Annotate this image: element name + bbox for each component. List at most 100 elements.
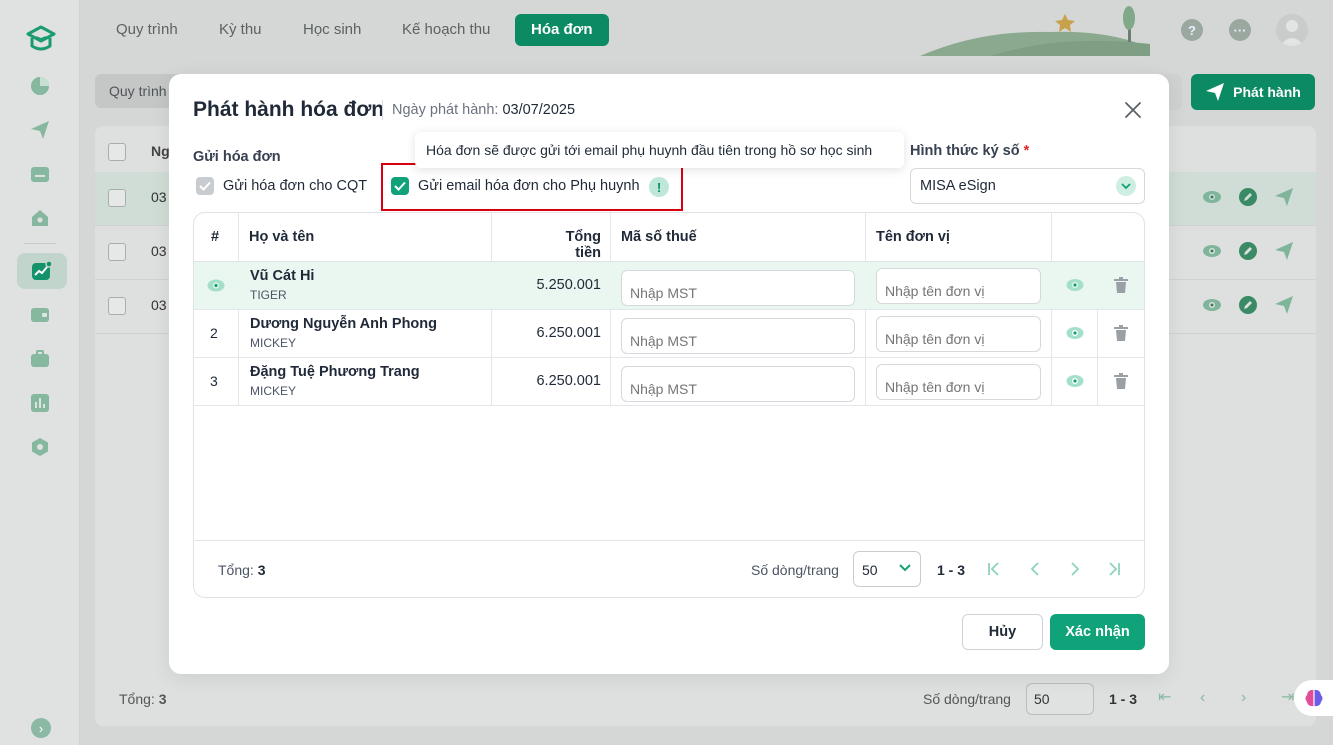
- send-cqt-label: Gửi hóa đơn cho CQT: [223, 178, 368, 194]
- sidebar-expand-button[interactable]: ›: [31, 718, 51, 738]
- sidebar-item-briefcase[interactable]: [28, 347, 52, 371]
- eye-icon[interactable]: [1202, 187, 1222, 207]
- rows-per-page-value: 50: [862, 562, 878, 578]
- email-tooltip: Hóa đơn sẽ được gửi tới email phụ huynh …: [415, 132, 904, 168]
- tax-code-input[interactable]: [621, 318, 855, 354]
- sidebar-item-dashboard[interactable]: [28, 74, 52, 98]
- total-amount: 6.250.001: [536, 373, 601, 389]
- edit-icon[interactable]: [1238, 241, 1258, 261]
- row-actions: [1202, 187, 1294, 207]
- trash-icon[interactable]: [1113, 276, 1129, 294]
- edit-icon[interactable]: [1238, 187, 1258, 207]
- eye-icon[interactable]: [207, 279, 225, 292]
- eye-icon[interactable]: [1202, 241, 1222, 261]
- trend-chart-icon: [32, 260, 53, 280]
- rows-per-page-label: Số dòng/trang: [751, 562, 839, 578]
- info-icon[interactable]: !: [649, 177, 669, 197]
- last-page-icon[interactable]: [1106, 561, 1122, 577]
- row-checkbox[interactable]: [108, 189, 126, 207]
- send-email-checkbox[interactable]: [391, 177, 409, 195]
- sidebar-item-folder[interactable]: [28, 162, 52, 186]
- sidebar-item-settings[interactable]: [28, 435, 52, 459]
- sidebar-item-invoices[interactable]: [17, 253, 67, 289]
- chevron-down-icon: [899, 564, 911, 572]
- unit-name-input[interactable]: [876, 364, 1041, 400]
- row-cell-partial: 03: [151, 189, 167, 205]
- send-cqt-checkbox[interactable]: [196, 177, 214, 195]
- eye-icon[interactable]: [1202, 295, 1222, 315]
- invoice-grid: # Họ và tên Tổng tiền Mã số thuế Tên đơn…: [193, 212, 1145, 598]
- send-email-label: Gửi email hóa đơn cho Phụ huynh: [418, 178, 640, 194]
- app-logo-icon[interactable]: [24, 22, 58, 56]
- tab-ky-thu[interactable]: Kỳ thu: [203, 14, 278, 46]
- table-row[interactable]: 2 Dương Nguyễn Anh Phong MICKEY 6.250.00…: [194, 310, 1144, 358]
- tab-quy-trinh[interactable]: Quy trình: [100, 14, 194, 46]
- tax-code-input[interactable]: [621, 270, 855, 306]
- sidebar-item-reports[interactable]: [28, 391, 52, 415]
- row-checkbox[interactable]: [108, 297, 126, 315]
- sidebar-item-wallet[interactable]: [28, 303, 52, 327]
- sidebar-divider: [24, 243, 56, 244]
- send-icon[interactable]: [1274, 241, 1294, 261]
- cancel-button[interactable]: Hủy: [962, 614, 1043, 650]
- tax-code-input[interactable]: [621, 366, 855, 402]
- rows-per-page-select[interactable]: 50: [853, 551, 921, 587]
- paper-plane-icon: [1206, 83, 1225, 101]
- send-icon[interactable]: [1274, 295, 1294, 315]
- sidebar-item-home[interactable]: [28, 206, 52, 230]
- student-name: Dương Nguyễn Anh Phong: [250, 316, 437, 332]
- issue-invoice-dialog: Phát hành hóa đơn Ngày phát hành: 03/07/…: [169, 74, 1169, 674]
- bar-chart-icon: [31, 394, 49, 412]
- total-amount: 6.250.001: [536, 325, 601, 341]
- eye-icon[interactable]: [1066, 278, 1084, 292]
- prev-page-icon[interactable]: ‹: [1200, 690, 1216, 706]
- settings-hex-icon: [32, 438, 48, 456]
- next-page-icon[interactable]: ›: [1241, 690, 1257, 706]
- student-class: MICKEY: [250, 384, 297, 398]
- tab-hoc-sinh[interactable]: Học sinh: [287, 14, 377, 46]
- col-name: Họ và tên: [249, 229, 315, 245]
- close-icon[interactable]: [1123, 100, 1143, 120]
- student-class: TIGER: [250, 288, 287, 302]
- row-index: 3: [210, 373, 218, 389]
- first-page-icon[interactable]: [986, 561, 1002, 577]
- row-actions: [1202, 241, 1294, 261]
- signature-method-value: MISA eSign: [920, 178, 996, 194]
- next-page-icon[interactable]: [1067, 561, 1083, 577]
- eye-icon[interactable]: [1066, 374, 1084, 388]
- sidebar-item-send[interactable]: [28, 118, 52, 142]
- tab-hoa-don[interactable]: Hóa đơn: [515, 14, 609, 46]
- issue-invoice-button[interactable]: Phát hành: [1191, 74, 1315, 110]
- check-icon: [394, 181, 406, 191]
- eye-icon[interactable]: [1066, 326, 1084, 340]
- more-icon[interactable]: ···: [1229, 19, 1251, 41]
- help-icon[interactable]: ?: [1181, 19, 1203, 41]
- issue-date-value: 03/07/2025: [502, 102, 576, 118]
- page-range: 1 - 3: [1109, 691, 1138, 707]
- first-page-icon[interactable]: ⇤: [1158, 690, 1174, 706]
- table-row[interactable]: 3 Đặng Tuệ Phương Trang MICKEY 6.250.001: [194, 358, 1144, 406]
- row-checkbox[interactable]: [108, 243, 126, 261]
- confirm-button[interactable]: Xác nhận: [1050, 614, 1145, 650]
- dialog-title: Phát hành hóa đơn: [193, 98, 385, 121]
- trash-icon[interactable]: [1113, 324, 1129, 342]
- prev-page-icon[interactable]: [1027, 561, 1043, 577]
- ai-assistant-button[interactable]: [1294, 680, 1333, 716]
- avatar[interactable]: [1276, 14, 1308, 46]
- select-all-checkbox[interactable]: [108, 143, 126, 161]
- sidebar: ›: [0, 0, 80, 745]
- briefcase-icon: [31, 350, 49, 367]
- unit-name-input[interactable]: [876, 268, 1041, 304]
- background-table-footer: Tổng: 3 Số dòng/trang 50 1 - 3 ⇤ ‹ › ⇥: [95, 670, 1316, 726]
- table-row[interactable]: Vũ Cát Hi TIGER 5.250.001: [194, 262, 1144, 310]
- row-actions: [1202, 295, 1294, 315]
- unit-name-input[interactable]: [876, 316, 1041, 352]
- rows-per-page-select[interactable]: 50: [1026, 683, 1094, 715]
- tab-ke-hoach-thu[interactable]: Kế hoạch thu: [386, 14, 506, 46]
- signature-method-select[interactable]: MISA eSign: [910, 168, 1145, 204]
- row-index: 2: [210, 325, 218, 341]
- trash-icon[interactable]: [1113, 372, 1129, 390]
- send-icon[interactable]: [1274, 187, 1294, 207]
- edit-icon[interactable]: [1238, 295, 1258, 315]
- hills-illustration: [920, 6, 1150, 56]
